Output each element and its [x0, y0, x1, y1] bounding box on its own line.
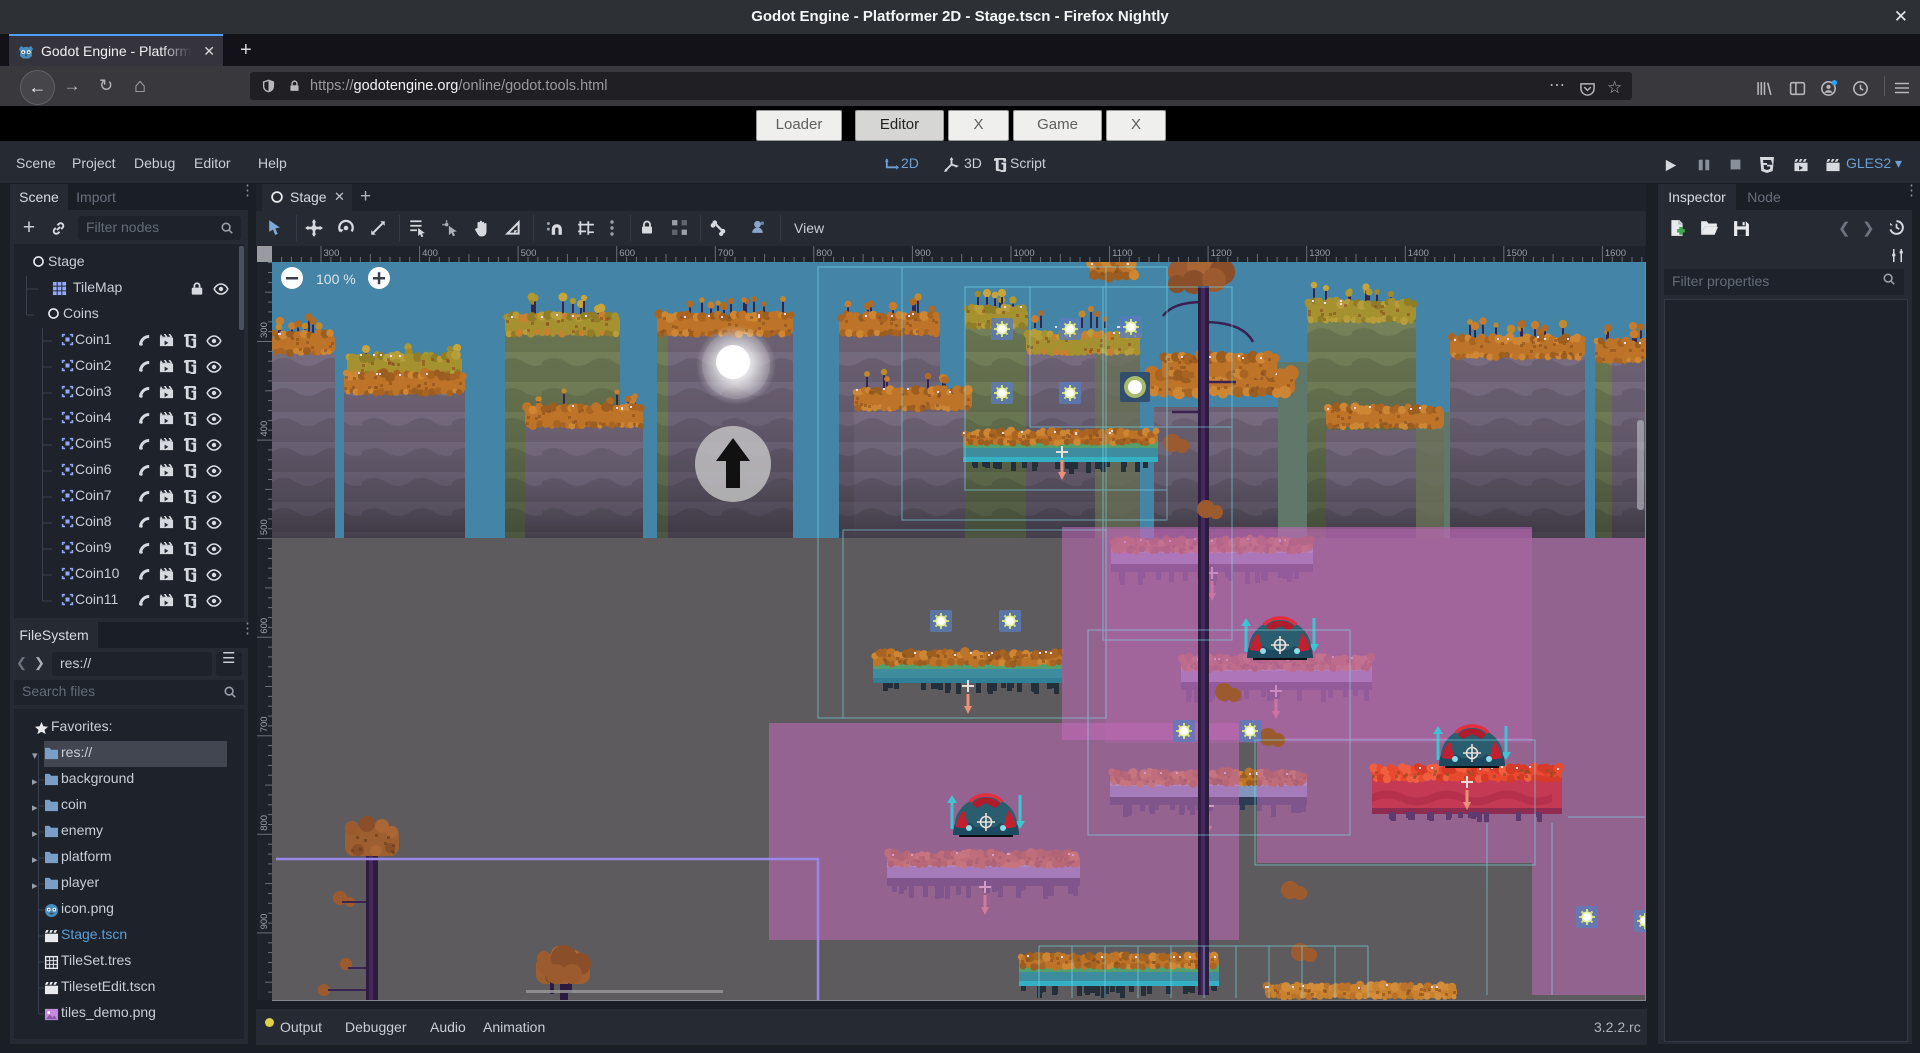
svg-text:500: 500	[521, 248, 537, 259]
svg-text:1600: 1600	[1605, 248, 1626, 259]
svg-text:700: 700	[718, 248, 734, 259]
svg-text:1000: 1000	[1014, 248, 1035, 259]
svg-text:900: 900	[915, 248, 931, 259]
svg-text:800: 800	[816, 248, 832, 259]
svg-text:300: 300	[324, 248, 340, 259]
svg-text:800: 800	[259, 815, 270, 831]
svg-text:700: 700	[259, 716, 270, 732]
svg-text:300: 300	[259, 322, 270, 338]
svg-text:1300: 1300	[1309, 248, 1330, 259]
svg-text:1500: 1500	[1506, 248, 1527, 259]
svg-text:100 %: 100 %	[316, 271, 356, 287]
svg-text:900: 900	[259, 914, 270, 930]
svg-text:1400: 1400	[1408, 248, 1429, 259]
svg-text:1200: 1200	[1211, 248, 1232, 259]
svg-text:600: 600	[259, 618, 270, 634]
svg-text:500: 500	[259, 519, 270, 535]
svg-text:600: 600	[619, 248, 635, 259]
svg-text:400: 400	[259, 421, 270, 437]
svg-text:400: 400	[422, 248, 438, 259]
